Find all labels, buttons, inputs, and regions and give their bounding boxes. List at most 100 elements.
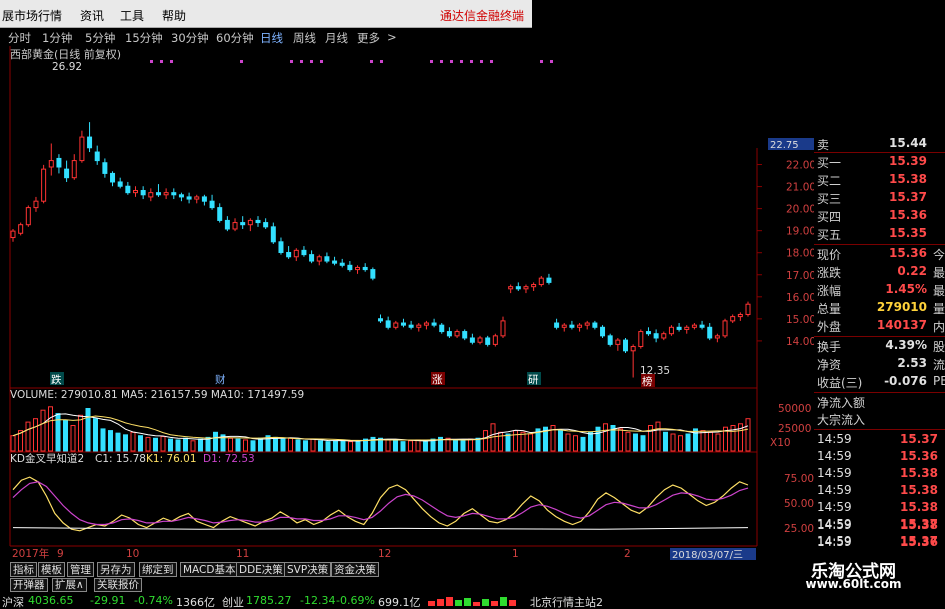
candle-body (600, 326, 606, 337)
indicator-tabs: 指标 模板 管理 另存为 绑定到 MACD基本 DDE决策 SVP决策 资金决策 (10, 562, 385, 577)
candle-body (33, 200, 39, 209)
candle-body (362, 266, 368, 271)
indicator-c1: C1: 15.78 (95, 453, 146, 465)
volume-bar (130, 431, 136, 452)
cy-label[interactable]: 创业 (222, 594, 244, 609)
candle-body (163, 192, 169, 196)
candle-body (546, 277, 552, 283)
volume-bar (78, 414, 83, 452)
sh-pct: -0.74% (134, 594, 173, 607)
candle-body (523, 286, 529, 290)
date-label-1: 9 (57, 548, 64, 560)
menu-item-market[interactable]: 展市场行情 (2, 7, 62, 24)
tab-expand[interactable]: 扩展∧ (52, 578, 87, 592)
candle-body (684, 326, 690, 330)
price-axis-label: 20.00 (786, 204, 816, 216)
tab-svp[interactable]: SVP决策 (284, 562, 332, 577)
sh-change: -29.91 (90, 594, 126, 607)
volume-bar (303, 440, 308, 452)
tab-dde[interactable]: DDE决策 (236, 562, 286, 577)
server-label[interactable]: 北京行情主站2 (530, 594, 603, 609)
volume-bar (10, 435, 16, 452)
period-weekly[interactable]: 周线 (293, 30, 316, 46)
volume-bar (580, 436, 586, 452)
candle-body (661, 333, 667, 339)
candle-body (446, 331, 452, 337)
sh-amount: 1366亿 (176, 596, 215, 609)
period-daily[interactable]: 日线 (260, 30, 283, 46)
period-next-arrow[interactable]: > (387, 30, 397, 44)
volume-bar (505, 433, 511, 452)
candle-body (477, 337, 483, 343)
menu-item-help[interactable]: 帮助 (162, 7, 186, 24)
event-marker-1[interactable]: 财 (215, 373, 226, 386)
candle-body (699, 324, 705, 328)
tab-fund[interactable]: 资金决策 (331, 562, 379, 577)
candle-body (623, 339, 628, 352)
volume-bar (363, 438, 368, 452)
tab-saveas[interactable]: 另存为 (97, 562, 135, 577)
flow-label-net[interactable]: 净流入额 (817, 394, 865, 411)
bid-row-1: 买一 15.39 (814, 154, 945, 173)
stat-ext-4: 内 (933, 320, 945, 334)
period-15min[interactable]: 15分钟 (125, 30, 163, 46)
event-dot (540, 60, 543, 63)
event-dot (380, 60, 383, 63)
event-marker-3[interactable]: 研 (528, 374, 539, 386)
candle-body (745, 303, 751, 315)
kline-chart[interactable]: 22.00 21.00 20.00 19.00 18.00 17.00 16.00 15.00… (0, 0, 945, 609)
candle-body (569, 324, 575, 328)
candle-body (676, 326, 682, 330)
event-marker-2[interactable]: 涨 (432, 374, 443, 386)
event-marker-4[interactable]: 榜 (642, 375, 653, 388)
tab-manage[interactable]: 管理 (67, 562, 94, 577)
current-date: 2018/03/07/三 (672, 550, 743, 561)
promo-label[interactable]: 通达信金融终端 (440, 7, 524, 24)
kd-k-line (12, 476, 749, 532)
candle-body (485, 337, 491, 345)
period-minute[interactable]: 分时 (8, 30, 31, 46)
tab-indicator[interactable]: 指标 (10, 562, 37, 577)
tab-macd[interactable]: MACD基本 (180, 562, 239, 577)
event-marker-0[interactable]: 跌 (51, 373, 62, 386)
tab-template[interactable]: 模板 (38, 562, 65, 577)
quote-separator (814, 152, 945, 153)
flow-label-block[interactable]: 大宗流入 (817, 411, 865, 428)
stat-row-volume: 总量 279010 量 (814, 300, 945, 319)
candle-body (178, 194, 184, 198)
period-1min[interactable]: 1分钟 (42, 30, 72, 46)
sh-label[interactable]: 沪深 (2, 594, 24, 609)
tick-price: 15.38 (900, 518, 938, 532)
candle-body (224, 219, 230, 230)
candle-body (378, 318, 383, 322)
candle-body (316, 256, 322, 262)
period-monthly[interactable]: 月线 (325, 30, 348, 46)
volume-axis-0: 50000 (778, 403, 811, 415)
volume-bar (280, 438, 286, 452)
volume-bar (663, 431, 668, 452)
period-30min[interactable]: 30分钟 (171, 30, 209, 46)
indicator-axis-1: 50.00 (784, 498, 814, 510)
cy-amount: 699.1亿 (378, 596, 421, 609)
menu-item-news[interactable]: 资讯 (80, 7, 104, 24)
period-5min[interactable]: 5分钟 (85, 30, 115, 46)
volume-bar (145, 436, 151, 452)
quote-separator-2 (814, 244, 945, 245)
tab-popup[interactable]: 开弹器 (10, 578, 48, 592)
volume-bar (235, 438, 241, 452)
event-dot (310, 60, 313, 63)
candle-body (309, 254, 315, 262)
candle-body (431, 322, 437, 326)
flow-row-block[interactable]: 大宗流入 (814, 411, 945, 430)
candle-body (607, 335, 613, 345)
volume-bar (190, 440, 196, 452)
stat2-label-turnover: 换手 (817, 340, 842, 354)
period-more[interactable]: 更多 (357, 30, 380, 46)
price-top-box (768, 138, 814, 150)
menu-item-tools[interactable]: 工具 (120, 7, 144, 24)
tab-bind[interactable]: 绑定到 (139, 562, 177, 577)
indicator-name[interactable]: KD金叉早知道2 (10, 452, 84, 465)
tab-related-quote[interactable]: 关联报价 (94, 578, 142, 592)
period-60min[interactable]: 60分钟 (216, 30, 254, 46)
candle-body (615, 339, 621, 345)
